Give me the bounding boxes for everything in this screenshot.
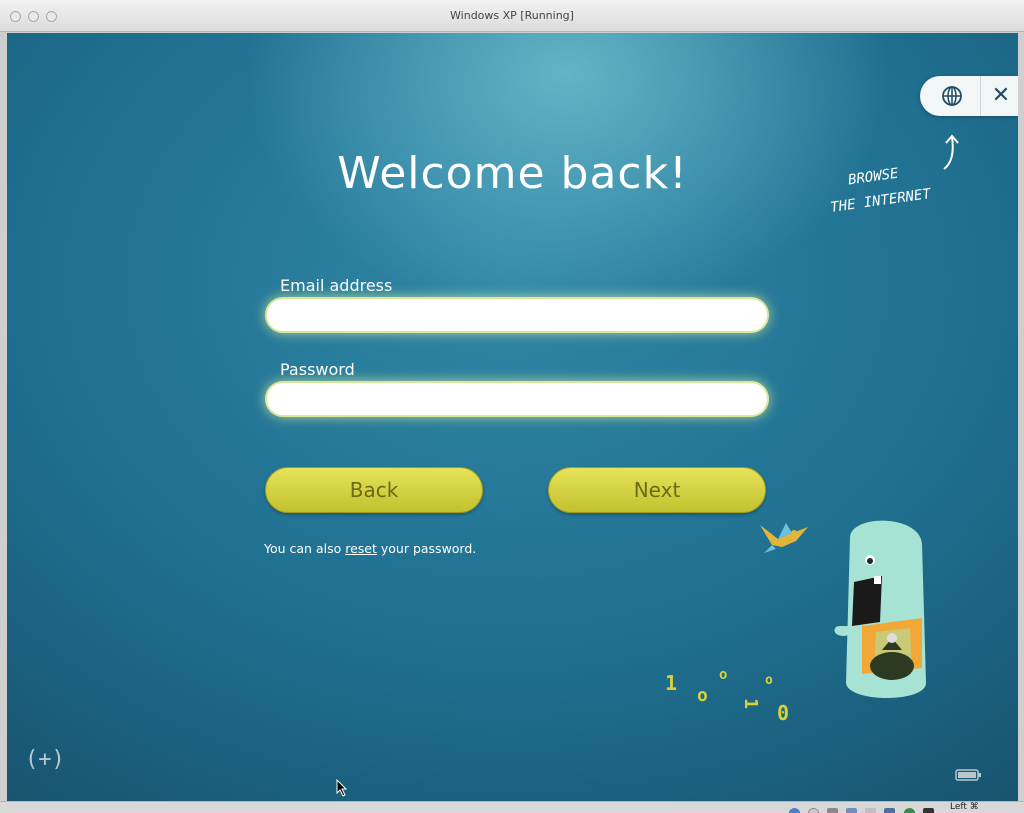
reset-suffix: your password. (376, 541, 477, 556)
binary-digit: o (765, 673, 773, 688)
binary-digit: o (719, 667, 728, 683)
bird-illustration (760, 523, 808, 553)
monster-illustration (834, 520, 926, 698)
pill-divider (980, 76, 981, 116)
binary-digit: 0 (777, 701, 790, 725)
add-plus-icon[interactable]: (+) (25, 745, 65, 775)
shared-folder-icon[interactable] (865, 808, 877, 813)
window-title: Windows XP [Running] (450, 9, 574, 22)
close-icon[interactable]: ✕ (986, 82, 1016, 110)
password-field[interactable] (265, 381, 769, 417)
email-label: Email address (280, 276, 393, 295)
globe-icon[interactable] (934, 84, 970, 108)
reset-link[interactable]: reset (345, 541, 377, 556)
host-key-label: Left ⌘ (950, 802, 979, 812)
window-titlebar: Windows XP [Running] (0, 0, 1024, 32)
usb-icon[interactable] (827, 808, 839, 813)
reset-password-text: You can also reset your password. (264, 541, 476, 556)
keyboard-icon[interactable] (922, 808, 934, 813)
back-button[interactable]: Back (265, 467, 483, 513)
guest-screen: ✕ BROWSE THE INTERNET Welcome back! Emai… (7, 33, 1018, 801)
status-icons (789, 803, 937, 813)
binary-digit: o (697, 685, 708, 706)
mouse-cursor-icon (336, 779, 348, 797)
top-controls: ✕ (920, 76, 1018, 116)
vm-statusbar: Left ⌘ (0, 801, 1024, 813)
reset-prefix: You can also (264, 541, 346, 556)
cd-icon[interactable] (808, 808, 820, 813)
battery-icon (955, 769, 981, 781)
password-label: Password (280, 360, 355, 379)
binary-digit: 1 (739, 698, 761, 709)
network-icon[interactable] (846, 808, 858, 813)
email-field[interactable] (265, 297, 769, 333)
capture-icon[interactable] (903, 808, 915, 813)
display-icon[interactable] (884, 808, 896, 813)
next-button[interactable]: Next (548, 467, 766, 513)
disk-icon[interactable] (789, 808, 800, 813)
binary-digit: 1 (665, 671, 678, 695)
page-title: Welcome back! (337, 148, 688, 199)
